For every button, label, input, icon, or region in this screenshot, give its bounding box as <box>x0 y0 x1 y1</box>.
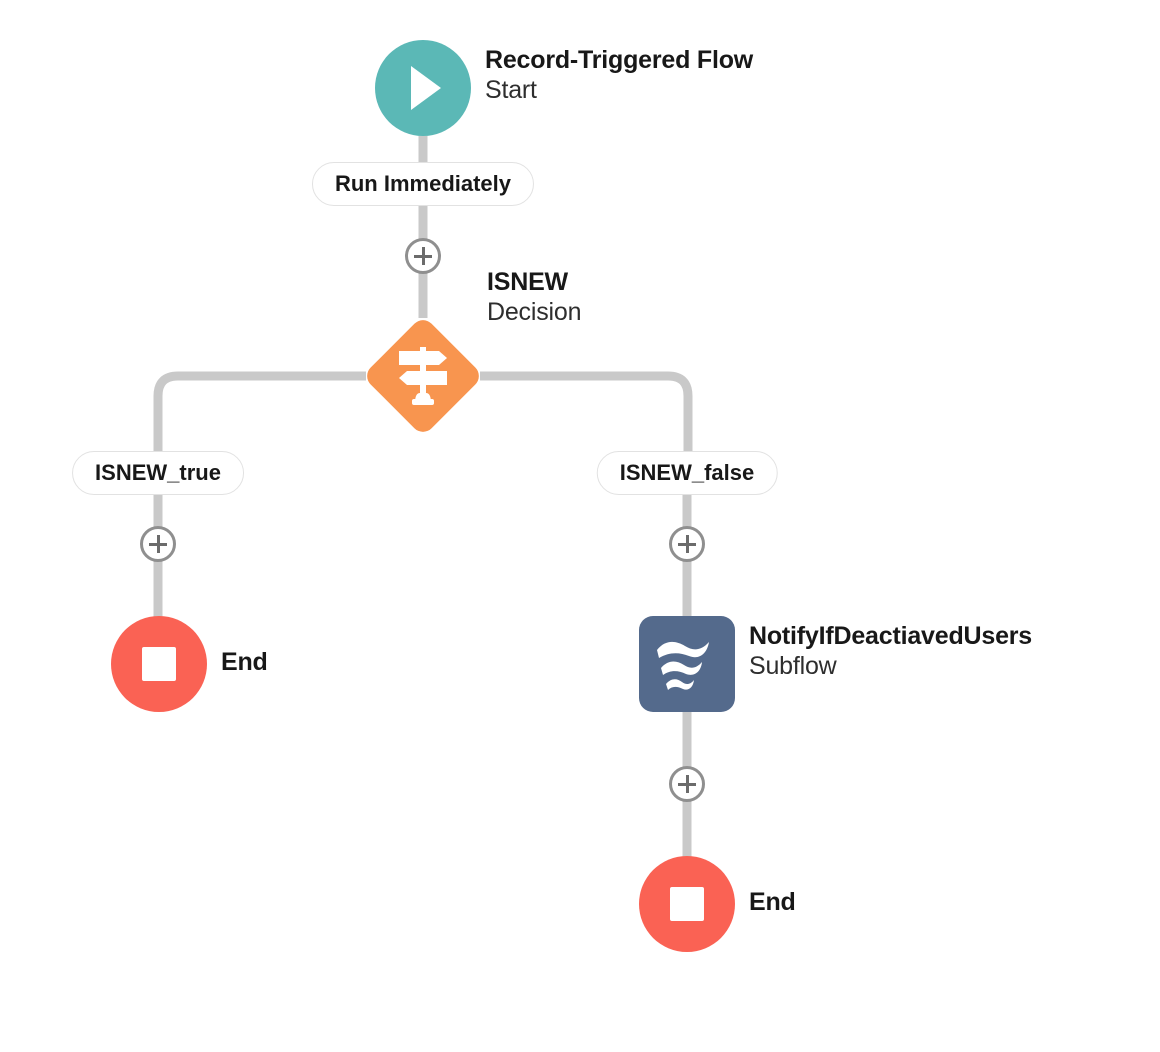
end-right-label: End <box>749 888 796 918</box>
start-label: Record-Triggered Flow Start <box>485 46 753 105</box>
end-right-label-name: End <box>749 888 796 916</box>
pill-branch-isnew-true[interactable]: ISNEW_true <box>72 451 244 495</box>
play-icon <box>411 66 441 110</box>
subflow-waves-icon <box>657 641 709 690</box>
add-element-button-after-subflow[interactable] <box>669 766 705 802</box>
connector-lines <box>153 136 693 860</box>
stop-icon <box>670 887 704 921</box>
decision-label-type: Decision <box>487 297 582 326</box>
decision-label: ISNEW Decision <box>487 268 581 327</box>
signpost-icon <box>399 347 447 405</box>
add-element-button-false-branch[interactable] <box>669 526 705 562</box>
end-shape-left[interactable] <box>111 616 207 712</box>
start-label-name: Record-Triggered Flow <box>485 46 754 74</box>
add-element-button-start[interactable] <box>405 238 441 274</box>
decision-label-name: ISNEW <box>487 268 568 296</box>
decision-shape[interactable] <box>362 315 484 437</box>
end-left-label: End <box>221 648 268 678</box>
pill-run-immediately[interactable]: Run Immediately <box>311 162 535 206</box>
stop-icon <box>142 647 176 681</box>
end-left-label-name: End <box>221 648 268 676</box>
start-label-type: Start <box>485 75 537 104</box>
add-element-button-true-branch[interactable] <box>140 526 176 562</box>
connector-decision-to-true <box>153 371 366 452</box>
start-shape[interactable] <box>375 40 471 136</box>
subflow-label-type: Subflow <box>749 651 837 680</box>
end-shape-right[interactable] <box>639 856 735 952</box>
subflow-label: NotifyIfDeactiavedUsers Subflow <box>749 622 1032 681</box>
subflow-shape[interactable] <box>639 616 735 712</box>
subflow-label-name: NotifyIfDeactiavedUsers <box>749 622 1033 650</box>
connector-decision-to-false <box>480 371 693 452</box>
flow-canvas: Record-Triggered Flow Start Run Immediat… <box>0 0 1160 1052</box>
pill-branch-isnew-false[interactable]: ISNEW_false <box>596 451 778 495</box>
